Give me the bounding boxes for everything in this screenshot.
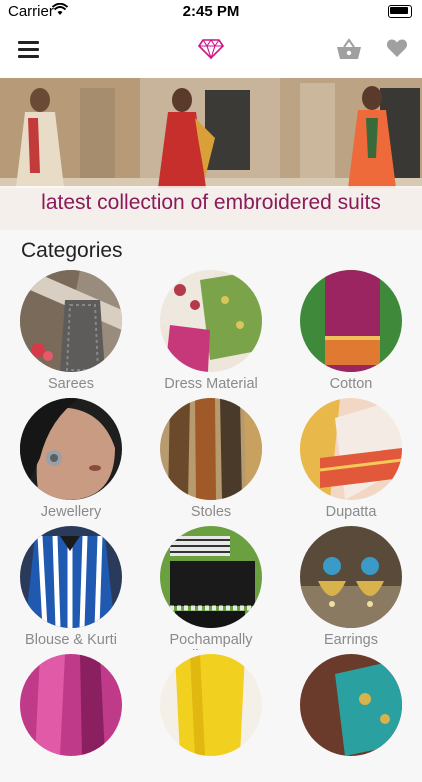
navigation-bar [0, 22, 422, 79]
category-image [160, 526, 262, 628]
category-image [160, 654, 262, 756]
category-pochampally-handloom[interactable]: Pochampally Handloom Pure [141, 526, 281, 650]
category-image [20, 398, 122, 500]
category-image [160, 398, 262, 500]
category-image [20, 526, 122, 628]
category-item-10[interactable] [1, 654, 141, 782]
category-label: Sarees [48, 376, 94, 392]
menu-icon[interactable] [18, 41, 39, 58]
battery-icon [388, 5, 412, 18]
category-blouse-kurti[interactable]: Blouse & Kurti [1, 526, 141, 654]
category-label: Cotton [329, 376, 373, 392]
heart-icon[interactable] [386, 38, 408, 58]
status-time: 2:45 PM [182, 3, 240, 20]
category-image [300, 654, 402, 756]
category-label: Jewellery [40, 504, 102, 520]
diamond-icon[interactable] [198, 38, 224, 60]
category-image [20, 270, 122, 372]
category-image [300, 270, 402, 372]
category-stoles[interactable]: Stoles [141, 398, 281, 526]
category-image [160, 270, 262, 372]
category-label: Stoles [190, 504, 232, 520]
category-earrings[interactable]: Earrings [281, 526, 421, 654]
category-sarees[interactable]: Sarees [1, 270, 141, 398]
status-bar: Carrier 2:45 PM [0, 0, 422, 22]
categories-title: Categories [21, 239, 123, 262]
category-image [300, 398, 402, 500]
banner-caption: latest collection of embroidered suits [41, 191, 381, 214]
basket-icon[interactable] [336, 37, 362, 61]
category-item-12[interactable] [281, 654, 421, 782]
category-label: Dress Material [164, 376, 258, 392]
category-dress-material[interactable]: Dress Material [141, 270, 281, 398]
category-jewellery[interactable]: Jewellery [1, 398, 141, 526]
category-dupatta[interactable]: Dupatta [281, 398, 421, 526]
category-label: Blouse & Kurti [25, 632, 117, 648]
category-label: Dupatta [325, 504, 377, 520]
category-label: Pochampally Handloom Pure [161, 632, 262, 650]
category-image [300, 526, 402, 628]
category-cotton[interactable]: Cotton [281, 270, 421, 398]
category-label: Earrings [324, 632, 378, 648]
category-item-11[interactable] [141, 654, 281, 782]
category-image [20, 654, 122, 756]
